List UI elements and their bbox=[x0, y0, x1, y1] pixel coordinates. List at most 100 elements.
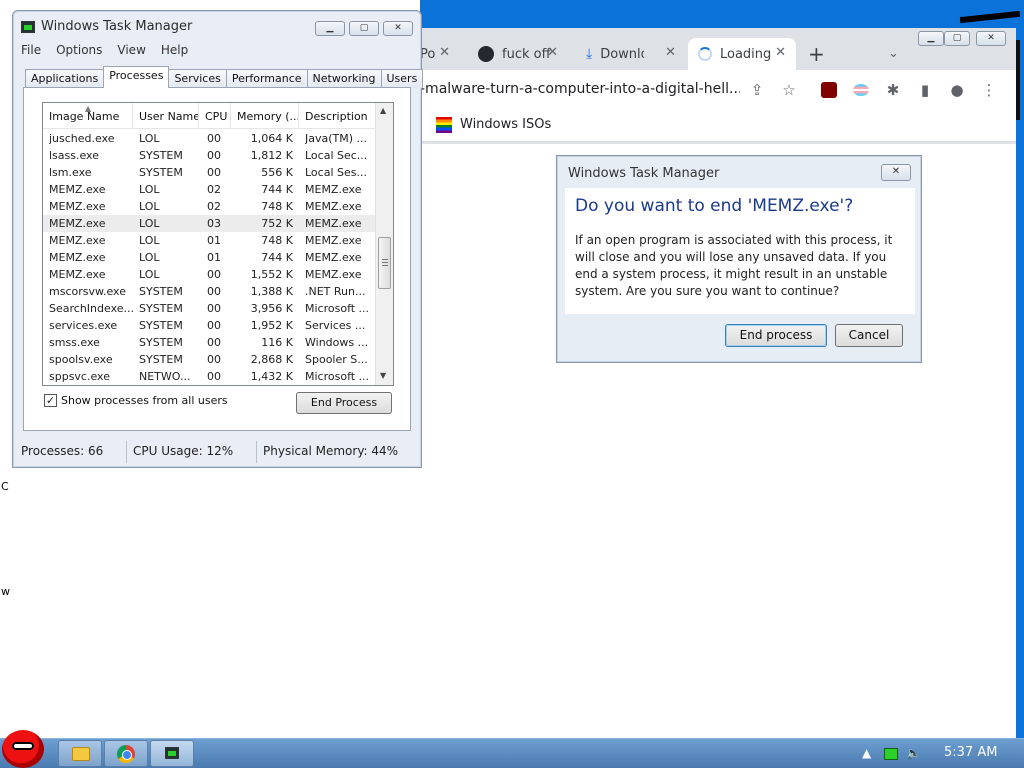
tab-networking[interactable]: Networking bbox=[306, 69, 382, 88]
cell-user: LOL bbox=[139, 132, 160, 145]
menu-options[interactable]: Options bbox=[56, 43, 102, 57]
cell-image: MEMZ.exe bbox=[49, 234, 106, 247]
column-memory[interactable]: Memory (... bbox=[231, 103, 299, 129]
close-icon[interactable]: ✕ bbox=[547, 45, 558, 60]
scroll-down-icon[interactable]: ▼ bbox=[380, 371, 386, 380]
minimize-button[interactable]: ▁ bbox=[315, 21, 345, 36]
start-orb-bird-icon[interactable] bbox=[2, 730, 44, 768]
cell-cpu: 03 bbox=[207, 217, 221, 230]
close-icon[interactable]: ✕ bbox=[665, 45, 676, 60]
maximize-button[interactable]: ▢ bbox=[944, 31, 970, 46]
cancel-button[interactable]: Cancel bbox=[835, 324, 903, 347]
network-icon[interactable] bbox=[884, 748, 898, 760]
cell-desc: Local Ses... bbox=[305, 166, 367, 179]
taskbar-chrome[interactable] bbox=[104, 740, 148, 767]
cell-desc: MEMZ.exe bbox=[305, 268, 362, 281]
show-all-users-checkbox[interactable]: ✓ Show processes from all users bbox=[44, 394, 228, 407]
tab-1[interactable]: fuck off ✕ bbox=[468, 38, 568, 70]
menu-view[interactable]: View bbox=[117, 43, 145, 57]
taskbar-task-manager[interactable] bbox=[150, 740, 194, 767]
tab-bar: Applications Processes Services Performa… bbox=[25, 66, 424, 88]
table-row[interactable]: SearchIndexe... SYSTEM 00 3,956 K Microsoft … bbox=[43, 300, 375, 317]
profile-icon[interactable]: ● bbox=[946, 79, 968, 101]
grip-line bbox=[382, 259, 388, 260]
table-row[interactable]: services.exe SYSTEM 00 1,952 K Services ... bbox=[43, 317, 375, 334]
star-icon[interactable]: ☆ bbox=[778, 79, 800, 101]
tab-3[interactable]: Loading ✕ bbox=[688, 38, 796, 70]
cell-desc: MEMZ.exe bbox=[305, 183, 362, 196]
tab-processes[interactable]: Processes bbox=[103, 66, 170, 88]
tab-users[interactable]: Users bbox=[380, 69, 424, 88]
table-row[interactable]: spoolsv.exe SYSTEM 00 2,868 K Spooler S... bbox=[43, 351, 375, 368]
extension-flag-icon[interactable] bbox=[850, 79, 872, 101]
cell-desc: Services ... bbox=[305, 319, 366, 332]
maximize-button[interactable]: ▢ bbox=[349, 21, 379, 36]
close-button[interactable]: ✕ bbox=[383, 21, 413, 36]
process-list[interactable]: ▲ Image Name User Name CPU Memory (... De… bbox=[42, 102, 394, 386]
column-image-name[interactable]: ▲ Image Name bbox=[43, 103, 133, 129]
table-row[interactable]: lsass.exe SYSTEM 00 1,812 K Local Sec... bbox=[43, 147, 375, 164]
address-bar[interactable]: -malware-turn-a-computer-into-a-digital-… bbox=[420, 70, 1016, 110]
sort-up-icon: ▲ bbox=[85, 104, 92, 113]
menu-file[interactable]: File bbox=[21, 43, 41, 57]
close-button[interactable]: ✕ bbox=[976, 31, 1006, 46]
tab-services[interactable]: Services bbox=[168, 69, 227, 88]
cell-cpu: 01 bbox=[207, 251, 221, 264]
tray-arrow-icon[interactable]: ▲ bbox=[862, 746, 871, 760]
table-row[interactable]: MEMZ.exe LOL 02 744 K MEMZ.exe bbox=[43, 181, 375, 198]
share-icon[interactable]: ⇪ bbox=[746, 79, 768, 101]
scroll-up-icon[interactable]: ▲ bbox=[380, 106, 386, 115]
end-process-confirm-button[interactable]: End process bbox=[725, 324, 827, 347]
cell-image: spoolsv.exe bbox=[49, 353, 113, 366]
cell-user: SYSTEM bbox=[139, 319, 183, 332]
puzzle-icon[interactable]: ✱ bbox=[882, 79, 904, 101]
cell-desc: Java(TM) ... bbox=[305, 132, 368, 145]
bookmark-windows-isos[interactable]: Windows ISOs bbox=[460, 117, 551, 132]
close-button[interactable]: ✕ bbox=[881, 164, 911, 181]
cell-desc: Microsoft ... bbox=[305, 302, 370, 315]
tab-performance[interactable]: Performance bbox=[225, 69, 308, 88]
scroll-thumb[interactable] bbox=[378, 237, 391, 289]
menu-help[interactable]: Help bbox=[161, 43, 188, 57]
cell-image: MEMZ.exe bbox=[49, 217, 106, 230]
table-row[interactable]: lsm.exe SYSTEM 00 556 K Local Ses... bbox=[43, 164, 375, 181]
table-row[interactable]: smss.exe SYSTEM 00 116 K Windows ... bbox=[43, 334, 375, 351]
tab-0[interactable]: Po ✕ bbox=[420, 38, 460, 70]
tab-applications[interactable]: Applications bbox=[25, 69, 105, 88]
column-cpu[interactable]: CPU bbox=[199, 103, 231, 129]
desktop-glyph: C bbox=[1, 480, 9, 493]
cell-desc: MEMZ.exe bbox=[305, 251, 362, 264]
cell-cpu: 00 bbox=[207, 336, 221, 349]
table-row[interactable]: MEMZ.exe LOL 00 1,552 K MEMZ.exe bbox=[43, 266, 375, 283]
taskbar-explorer[interactable] bbox=[58, 740, 102, 767]
clock[interactable]: 5:37 AM bbox=[944, 745, 997, 760]
checkbox-check-icon[interactable]: ✓ bbox=[44, 394, 57, 407]
url-text[interactable]: -malware-turn-a-computer-into-a-digital-… bbox=[420, 81, 740, 97]
cell-cpu: 00 bbox=[207, 353, 221, 366]
minimize-button[interactable]: ▁ bbox=[918, 31, 944, 46]
menu-icon[interactable]: ⋮ bbox=[978, 79, 1000, 101]
table-row[interactable]: sppsvc.exe NETWO... 00 1,432 K Microsoft ... bbox=[43, 368, 375, 385]
column-description[interactable]: Description bbox=[299, 103, 375, 129]
close-icon[interactable]: ✕ bbox=[439, 45, 450, 60]
volume-icon[interactable]: 🔈 bbox=[906, 746, 921, 760]
ublock-icon[interactable] bbox=[818, 79, 840, 101]
vertical-scrollbar[interactable]: ▲ ▼ bbox=[375, 103, 393, 385]
table-row[interactable]: mscorsvw.exe SYSTEM 00 1,388 K .NET Run... bbox=[43, 283, 375, 300]
sidepanel-icon[interactable]: ▮ bbox=[914, 79, 936, 101]
cell-mem: 1,552 K bbox=[250, 268, 293, 281]
new-tab-icon[interactable]: + bbox=[808, 42, 825, 66]
table-row[interactable]: MEMZ.exe LOL 02 748 K MEMZ.exe bbox=[43, 198, 375, 215]
processes-panel: ▲ Image Name User Name CPU Memory (... De… bbox=[23, 87, 411, 431]
column-user-name[interactable]: User Name bbox=[133, 103, 199, 129]
close-icon[interactable]: ✕ bbox=[775, 45, 786, 60]
tab-2[interactable]: ⤓ Downlo ✕ bbox=[576, 38, 686, 70]
table-row[interactable]: MEMZ.exe LOL 03 752 K MEMZ.exe bbox=[43, 215, 375, 232]
table-row[interactable]: jusched.exe LOL 00 1,064 K Java(TM) ... bbox=[43, 130, 375, 147]
dialog-title: Windows Task Manager bbox=[568, 166, 720, 181]
table-row[interactable]: MEMZ.exe LOL 01 748 K MEMZ.exe bbox=[43, 232, 375, 249]
task-manager-icon bbox=[21, 20, 35, 33]
table-row[interactable]: MEMZ.exe LOL 01 744 K MEMZ.exe bbox=[43, 249, 375, 266]
end-process-button[interactable]: End Process bbox=[296, 392, 392, 414]
chevron-down-icon[interactable]: ⌄ bbox=[888, 46, 899, 61]
